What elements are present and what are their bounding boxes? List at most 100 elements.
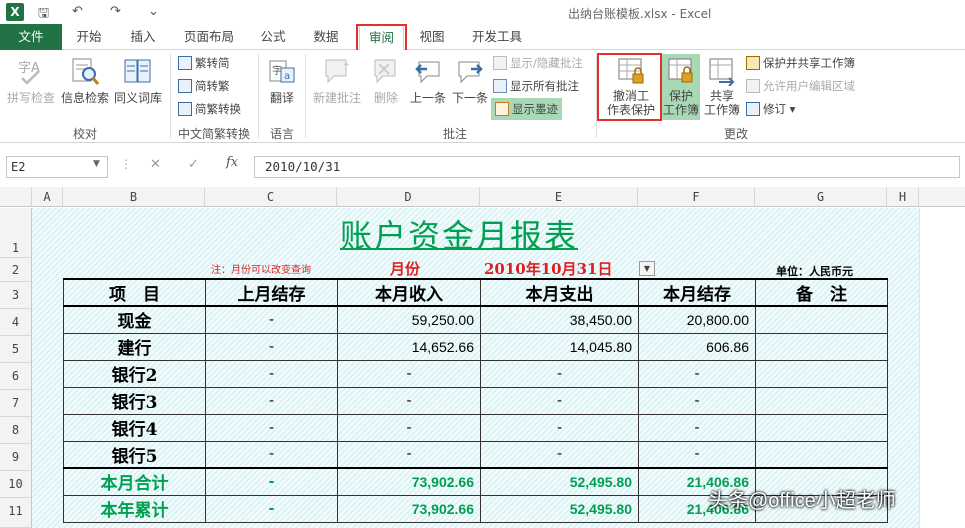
- row-header[interactable]: 2: [0, 258, 32, 282]
- account-name[interactable]: 银行4: [63, 413, 206, 442]
- delete-comment-button[interactable]: 删除: [366, 56, 406, 106]
- column-header-h[interactable]: H: [887, 187, 919, 207]
- account-name[interactable]: 现金: [63, 305, 206, 334]
- cell-expense[interactable]: -: [480, 413, 639, 442]
- share-workbook-button[interactable]: 共享 工作簿: [702, 56, 742, 117]
- chinese-convert-button[interactable]: 简繁转换: [178, 98, 241, 120]
- cell-expense[interactable]: 52,495.80: [480, 467, 639, 496]
- cell-prev[interactable]: -: [205, 467, 338, 496]
- undo-icon[interactable]: ↶: [72, 4, 83, 19]
- cell-balance[interactable]: 606.86: [638, 332, 756, 361]
- translate-button[interactable]: 字a 翻译: [264, 56, 300, 106]
- protect-share-workbook-button[interactable]: 保护并共享工作簿: [746, 52, 855, 74]
- cell-income[interactable]: -: [337, 413, 481, 442]
- show-hide-comment-button[interactable]: 显示/隐藏批注: [493, 52, 583, 74]
- account-name[interactable]: 银行5: [63, 440, 206, 469]
- tab-view[interactable]: 视图: [412, 24, 452, 50]
- cell-expense[interactable]: 52,495.80: [480, 494, 639, 523]
- row-header[interactable]: 6: [0, 363, 32, 390]
- cell-expense[interactable]: 14,045.80: [480, 332, 639, 361]
- cell-income[interactable]: -: [337, 386, 481, 415]
- tab-formulas[interactable]: 公式: [252, 24, 294, 50]
- account-name[interactable]: 银行3: [63, 386, 206, 415]
- row-header[interactable]: 11: [0, 498, 32, 528]
- row-header[interactable]: 10: [0, 471, 32, 498]
- simp-to-trad-button[interactable]: 简转繁: [178, 75, 230, 97]
- protect-workbook-button[interactable]: 保护 工作簿: [662, 54, 700, 120]
- cell-balance[interactable]: -: [638, 413, 756, 442]
- column-header-b[interactable]: B: [63, 187, 205, 207]
- cell-income[interactable]: -: [337, 359, 481, 388]
- header-prev-balance[interactable]: 上月结存: [205, 278, 338, 307]
- row-header[interactable]: 1: [0, 208, 32, 258]
- cell-prev[interactable]: -: [205, 359, 338, 388]
- save-icon[interactable]: 🖫: [38, 4, 49, 26]
- spelling-button[interactable]: 字A 拼写检查: [4, 56, 58, 106]
- column-header-f[interactable]: F: [638, 187, 755, 207]
- cell-prev[interactable]: -: [205, 494, 338, 523]
- redo-icon[interactable]: ↷: [110, 4, 121, 19]
- cell-remark[interactable]: [755, 413, 888, 442]
- cell-balance[interactable]: -: [638, 386, 756, 415]
- customize-quick-access-icon[interactable]: ⌄: [148, 4, 159, 19]
- column-header-e[interactable]: E: [480, 187, 638, 207]
- tab-page-layout[interactable]: 页面布局: [176, 24, 242, 50]
- cell-expense[interactable]: -: [480, 440, 639, 469]
- cell-prev[interactable]: -: [205, 440, 338, 469]
- report-date[interactable]: 2010年10月31日: [484, 258, 613, 279]
- next-comment-button[interactable]: 下一条: [450, 56, 490, 106]
- trad-to-simp-button[interactable]: 繁转简: [178, 52, 230, 74]
- cell-prev[interactable]: -: [205, 386, 338, 415]
- enter-icon[interactable]: ✓: [188, 157, 199, 172]
- header-expense[interactable]: 本月支出: [480, 278, 639, 307]
- header-remark[interactable]: 备 注: [755, 278, 888, 307]
- cancel-icon[interactable]: ✕: [150, 157, 161, 172]
- cell-prev[interactable]: -: [205, 332, 338, 361]
- thesaurus-button[interactable]: 同义词库: [112, 56, 164, 106]
- header-item[interactable]: 项 目: [63, 278, 206, 307]
- previous-comment-button[interactable]: 上一条: [408, 56, 448, 106]
- column-header-g[interactable]: G: [755, 187, 887, 207]
- cell-balance[interactable]: 20,800.00: [638, 305, 756, 334]
- formula-input[interactable]: 2010/10/31: [254, 156, 960, 178]
- show-ink-button[interactable]: 显示墨迹: [491, 98, 562, 120]
- cell-balance[interactable]: -: [638, 440, 756, 469]
- row-header[interactable]: 3: [0, 282, 32, 309]
- column-header-a[interactable]: A: [32, 187, 63, 207]
- account-name[interactable]: 银行2: [63, 359, 206, 388]
- new-comment-button[interactable]: ✦ 新建批注: [310, 56, 364, 106]
- select-all-corner[interactable]: [0, 187, 32, 207]
- cell-remark[interactable]: [755, 386, 888, 415]
- insert-function-icon[interactable]: fx: [226, 155, 238, 170]
- show-all-comments-button[interactable]: 显示所有批注: [493, 75, 579, 97]
- cell-prev[interactable]: -: [205, 413, 338, 442]
- date-dropdown-button[interactable]: ▼: [639, 261, 655, 276]
- cell-expense[interactable]: -: [480, 386, 639, 415]
- cell-expense[interactable]: 38,450.00: [480, 305, 639, 334]
- total-name[interactable]: 本年累计: [63, 494, 206, 523]
- row-header[interactable]: 5: [0, 336, 32, 363]
- column-header-d[interactable]: D: [337, 187, 480, 207]
- row-header[interactable]: 8: [0, 417, 32, 444]
- account-name[interactable]: 建行: [63, 332, 206, 361]
- cell-income[interactable]: 59,250.00: [337, 305, 481, 334]
- cell-income[interactable]: 14,652.66: [337, 332, 481, 361]
- row-header[interactable]: 9: [0, 444, 32, 471]
- cell-remark[interactable]: [755, 359, 888, 388]
- header-balance[interactable]: 本月结存: [638, 278, 756, 307]
- cell-balance[interactable]: -: [638, 359, 756, 388]
- cell-expense[interactable]: -: [480, 359, 639, 388]
- row-header[interactable]: 7: [0, 390, 32, 417]
- track-changes-button[interactable]: 修订 ▾: [746, 98, 795, 120]
- total-name[interactable]: 本月合计: [63, 467, 206, 496]
- research-button[interactable]: 信息检索: [60, 56, 110, 106]
- header-income[interactable]: 本月收入: [337, 278, 481, 307]
- row-header[interactable]: 4: [0, 309, 32, 336]
- tab-file[interactable]: 文件: [0, 24, 62, 50]
- cell-remark[interactable]: [755, 305, 888, 334]
- cell-income[interactable]: 73,902.66: [337, 494, 481, 523]
- cell-income[interactable]: 73,902.66: [337, 467, 481, 496]
- cell-remark[interactable]: [755, 440, 888, 469]
- cell-income[interactable]: -: [337, 440, 481, 469]
- tab-home[interactable]: 开始: [66, 24, 112, 50]
